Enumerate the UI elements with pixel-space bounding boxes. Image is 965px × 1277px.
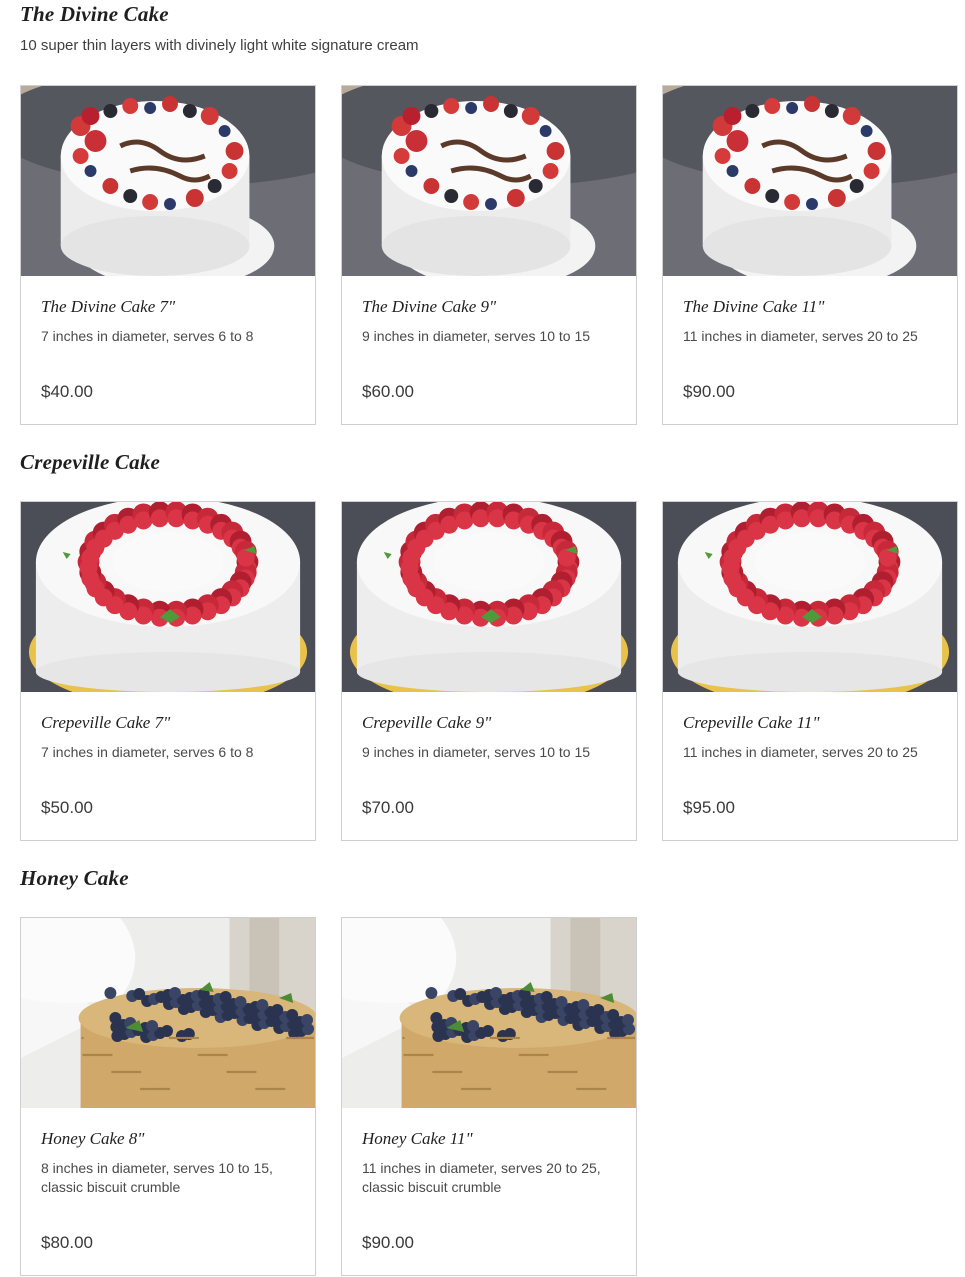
product-price: $80.00 xyxy=(41,1233,93,1252)
product-name: Honey Cake 8" xyxy=(41,1129,145,1148)
raspberry-wreath-cake-image xyxy=(21,502,315,692)
product-card-divine-11[interactable]: The Divine Cake 11" 11 inches in diamete… xyxy=(662,85,958,425)
product-grid: Crepeville Cake 7" 7 inches in diameter,… xyxy=(20,501,958,841)
product-price: $40.00 xyxy=(41,382,93,401)
product-description: 11 inches in diameter, serves 20 to 25, … xyxy=(362,1160,601,1195)
product-description: 7 inches in diameter, serves 6 to 8 xyxy=(41,744,254,760)
product-name: Crepeville Cake 11" xyxy=(683,713,820,732)
product-name: Crepeville Cake 9" xyxy=(362,713,492,732)
berry-birthday-cake-image xyxy=(342,86,636,276)
product-price: $90.00 xyxy=(683,382,735,401)
product-card-divine-9[interactable]: The Divine Cake 9" 9 inches in diameter,… xyxy=(341,85,637,425)
blueberry-honey-cake-image xyxy=(342,918,636,1108)
product-price: $70.00 xyxy=(362,798,414,817)
product-name: Crepeville Cake 7" xyxy=(41,713,171,732)
section-crepeville-cake: Crepeville Cake Crepeville Cake 7" 7 inc… xyxy=(20,448,960,841)
berry-birthday-cake-image xyxy=(663,86,957,276)
product-grid: Honey Cake 8" 8 inches in diameter, serv… xyxy=(20,917,637,1276)
product-name: The Divine Cake 7" xyxy=(41,297,176,316)
section-description: 10 super thin layers with divinely light… xyxy=(20,37,419,54)
raspberry-wreath-cake-image xyxy=(342,502,636,692)
product-price: $95.00 xyxy=(683,798,735,817)
product-description: 11 inches in diameter, serves 20 to 25 xyxy=(683,328,918,344)
section-title: Crepeville Cake xyxy=(20,450,161,474)
product-description: 9 inches in diameter, serves 10 to 15 xyxy=(362,328,591,344)
blueberry-honey-cake-image xyxy=(21,918,315,1108)
product-card-crepeville-9[interactable]: Crepeville Cake 9" 9 inches in diameter,… xyxy=(341,501,637,841)
product-description: 11 inches in diameter, serves 20 to 25 xyxy=(683,744,918,760)
product-card-honey-11[interactable]: Honey Cake 11" 11 inches in diameter, se… xyxy=(341,917,637,1276)
section-honey-cake: Honey Cake Honey Cake 8" 8 inches in dia… xyxy=(20,864,960,1276)
product-description: 9 inches in diameter, serves 10 to 15 xyxy=(362,744,591,760)
berry-birthday-cake-image xyxy=(21,86,315,276)
product-price: $50.00 xyxy=(41,798,93,817)
product-price: $90.00 xyxy=(362,1233,414,1252)
section-divine-cake: The Divine Cake 10 super thin layers wit… xyxy=(20,0,960,425)
product-card-honey-8[interactable]: Honey Cake 8" 8 inches in diameter, serv… xyxy=(20,917,316,1276)
raspberry-wreath-cake-image xyxy=(663,502,957,692)
product-name: The Divine Cake 11" xyxy=(683,297,825,316)
product-name: The Divine Cake 9" xyxy=(362,297,497,316)
product-card-crepeville-11[interactable]: Crepeville Cake 11" 11 inches in diamete… xyxy=(662,501,958,841)
product-description: 8 inches in diameter, serves 10 to 15, c… xyxy=(41,1160,273,1195)
product-card-divine-7[interactable]: The Divine Cake 7" 7 inches in diameter,… xyxy=(20,85,316,425)
product-description: 7 inches in diameter, serves 6 to 8 xyxy=(41,328,254,344)
section-title: The Divine Cake xyxy=(20,2,169,26)
product-card-crepeville-7[interactable]: Crepeville Cake 7" 7 inches in diameter,… xyxy=(20,501,316,841)
product-name: Honey Cake 11" xyxy=(362,1129,473,1148)
product-grid: The Divine Cake 7" 7 inches in diameter,… xyxy=(20,85,958,425)
section-title: Honey Cake xyxy=(20,866,129,890)
product-price: $60.00 xyxy=(362,382,414,401)
